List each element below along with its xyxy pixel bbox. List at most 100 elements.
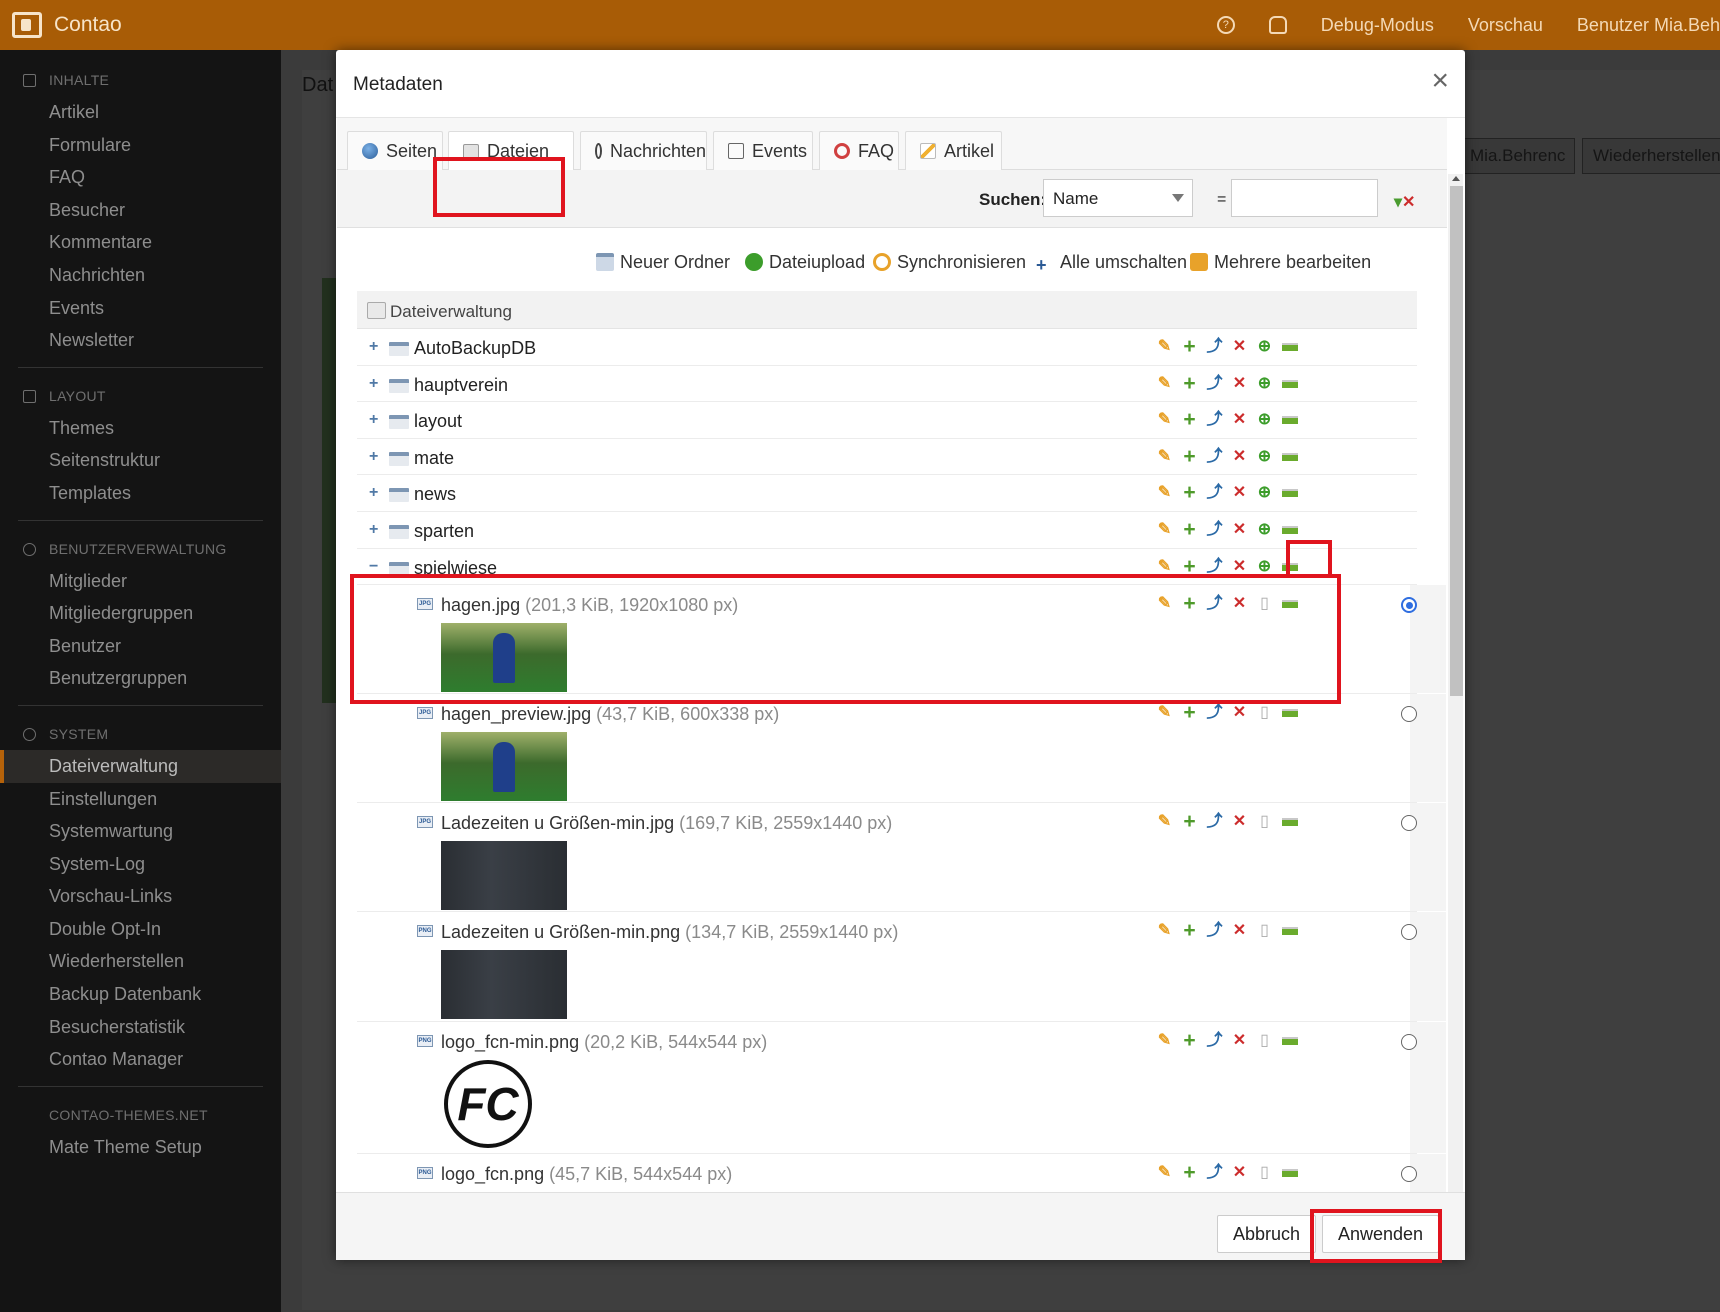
search-input[interactable] — [1231, 179, 1378, 217]
move-icon[interactable]: ⤴ — [1204, 1032, 1225, 1050]
delete-icon[interactable]: ✕ — [1229, 411, 1250, 429]
file-row[interactable]: PNG Ladezeiten u Größen-min.png (134,7 Ki… — [357, 912, 1446, 1023]
expand-icon[interactable]: + — [369, 375, 378, 393]
scroll-up-icon[interactable] — [1452, 176, 1460, 181]
toggle-all-button[interactable]: + Alle umschalten — [1036, 252, 1187, 275]
folder-name[interactable]: layout — [414, 411, 462, 432]
move-icon[interactable]: ⤴ — [1204, 375, 1225, 393]
sidebar-section-benutzerverwaltung[interactable]: BENUTZERVERWALTUNG — [0, 533, 281, 565]
move-icon[interactable]: ⤴ — [1204, 484, 1225, 502]
drag-handle-icon[interactable] — [1279, 338, 1300, 356]
sidebar-item-seitenstruktur[interactable]: Seitenstruktur — [0, 444, 281, 477]
sidebar-item-faq[interactable]: FAQ — [0, 161, 281, 194]
file-name-text[interactable]: hagen_preview.jpg — [441, 704, 591, 724]
sidebar-item-system-log[interactable]: System-Log — [0, 848, 281, 881]
folder-row[interactable]: + hauptverein ✎ + ⤴ ✕ ⊕ — [357, 366, 1417, 403]
folder-row[interactable]: + AutoBackupDB ✎ + ⤴ ✕ ⊕ — [357, 329, 1417, 366]
add-circle-icon[interactable]: ⊕ — [1254, 521, 1275, 539]
move-icon[interactable]: ⤴ — [1204, 338, 1225, 356]
contao-logo[interactable]: Contao — [12, 12, 122, 38]
sidebar-section-inhalte[interactable]: INHALTE — [0, 64, 281, 96]
delete-icon[interactable]: ✕ — [1229, 558, 1250, 576]
folder-name[interactable]: news — [414, 484, 456, 505]
move-icon[interactable]: ⤴ — [1204, 704, 1225, 722]
scrollbar[interactable] — [1448, 174, 1463, 1232]
sidebar-item-artikel[interactable]: Artikel — [0, 96, 281, 129]
debug-mode-link[interactable]: Debug-Modus — [1321, 15, 1434, 36]
pencil-icon[interactable]: ✎ — [1154, 411, 1175, 429]
drag-handle-icon[interactable] — [1279, 521, 1300, 539]
sidebar-item-systemwartung[interactable]: Systemwartung — [0, 815, 281, 848]
folder-row[interactable]: + news ✎ + ⤴ ✕ ⊕ — [357, 475, 1417, 512]
move-icon[interactable]: ⤴ — [1204, 922, 1225, 940]
sidebar-item-mate-theme-setup[interactable]: Mate Theme Setup — [0, 1131, 281, 1164]
drag-handle-icon[interactable] — [1279, 813, 1300, 831]
file-name[interactable]: Ladezeiten u Größen-min.png (134,7 KiB, … — [441, 922, 898, 943]
move-icon[interactable]: ⤴ — [1204, 558, 1225, 576]
expand-icon[interactable]: + — [369, 411, 378, 429]
pencil-icon[interactable]: ✎ — [1154, 484, 1175, 502]
add-circle-icon[interactable]: ⊕ — [1254, 411, 1275, 429]
pencil-icon[interactable]: ✎ — [1154, 338, 1175, 356]
sidebar-item-newsletter[interactable]: Newsletter — [0, 324, 281, 357]
delete-icon[interactable]: ✕ — [1229, 448, 1250, 466]
drag-handle-icon[interactable] — [1279, 922, 1300, 940]
edit-multiple-button[interactable]: Mehrere bearbeiten — [1190, 252, 1371, 273]
drag-handle-icon[interactable] — [1279, 704, 1300, 722]
add-circle-icon[interactable]: ⊕ — [1254, 484, 1275, 502]
tab-artikel[interactable]: Artikel — [905, 131, 1002, 170]
drag-handle-icon[interactable] — [1279, 411, 1300, 429]
file-row[interactable]: PNG logo_fcn-min.png (20,2 KiB, 544x544 p… — [357, 1022, 1446, 1155]
user-menu[interactable]: Benutzer Mia.Beh — [1577, 15, 1720, 36]
drag-handle-icon[interactable] — [1279, 448, 1300, 466]
sidebar-item-vorschau-links[interactable]: Vorschau-Links — [0, 880, 281, 913]
add-icon[interactable]: + — [1179, 1030, 1200, 1051]
sidebar-section-contao-themes[interactable]: CONTAO-THEMES.NET — [0, 1099, 281, 1131]
pencil-icon[interactable]: ✎ — [1154, 1032, 1175, 1050]
preview-link[interactable]: Vorschau — [1468, 15, 1543, 36]
sidebar-section-layout[interactable]: LAYOUT — [0, 380, 281, 412]
add-icon[interactable]: + — [1179, 446, 1200, 467]
sidebar-item-mitgliedergruppen[interactable]: Mitgliedergruppen — [0, 597, 281, 630]
folder-name[interactable]: mate — [414, 448, 454, 469]
add-icon[interactable]: + — [1179, 1162, 1200, 1183]
expand-icon[interactable]: + — [369, 448, 378, 466]
fc-logo[interactable]: FC — [444, 1060, 532, 1149]
file-row[interactable]: JPG hagen_preview.jpg (43,7 KiB, 600x338 … — [357, 694, 1446, 804]
sidebar-item-benutzergruppen[interactable]: Benutzergruppen — [0, 662, 281, 695]
file-name[interactable]: Ladezeiten u Größen-min.jpg (169,7 KiB, … — [441, 813, 892, 834]
add-icon[interactable]: + — [1179, 373, 1200, 394]
filter-reset-icon[interactable]: ▾✕ — [1394, 192, 1415, 212]
add-icon[interactable]: + — [1179, 519, 1200, 540]
user-select[interactable]: Mia.Behrenc — [1459, 138, 1575, 174]
file-name[interactable]: logo_fcn.png (45,7 KiB, 544x544 px) — [441, 1164, 732, 1185]
pencil-icon[interactable]: ✎ — [1154, 704, 1175, 722]
move-icon[interactable]: ⤴ — [1204, 448, 1225, 466]
file-name-text[interactable]: Ladezeiten u Größen-min.png — [441, 922, 680, 942]
sidebar-item-kommentare[interactable]: Kommentare — [0, 226, 281, 259]
sidebar-item-formulare[interactable]: Formulare — [0, 129, 281, 162]
image-thumbnail[interactable] — [441, 732, 567, 802]
file-row[interactable]: JPG Ladezeiten u Größen-min.jpg (169,7 Ki… — [357, 803, 1446, 913]
pencil-icon[interactable]: ✎ — [1154, 1164, 1175, 1182]
sidebar-item-contao-manager[interactable]: Contao Manager — [0, 1043, 281, 1076]
folder-name[interactable]: AutoBackupDB — [414, 338, 536, 359]
add-circle-icon[interactable]: ⊕ — [1254, 338, 1275, 356]
sidebar-item-dateiverwaltung[interactable]: Dateiverwaltung — [0, 749, 281, 783]
add-icon[interactable]: + — [1179, 482, 1200, 503]
synchronize-button[interactable]: Synchronisieren — [873, 252, 1026, 273]
drag-handle-icon[interactable] — [1279, 375, 1300, 393]
document-icon[interactable]: ▯ — [1254, 922, 1275, 940]
new-folder-button[interactable]: Neuer Ordner — [596, 252, 730, 273]
move-icon[interactable]: ⤴ — [1204, 521, 1225, 539]
sidebar-item-themes[interactable]: Themes — [0, 412, 281, 445]
delete-icon[interactable]: ✕ — [1229, 704, 1250, 722]
sidebar-item-templates[interactable]: Templates — [0, 477, 281, 510]
delete-icon[interactable]: ✕ — [1229, 1032, 1250, 1050]
sidebar-item-backup-datenbank[interactable]: Backup Datenbank — [0, 978, 281, 1011]
drag-handle-icon[interactable] — [1279, 1032, 1300, 1050]
drag-handle-icon[interactable] — [1279, 1164, 1300, 1182]
pencil-icon[interactable]: ✎ — [1154, 521, 1175, 539]
document-icon[interactable]: ▯ — [1254, 813, 1275, 831]
file-name[interactable]: hagen_preview.jpg (43,7 KiB, 600x338 px) — [441, 704, 779, 725]
